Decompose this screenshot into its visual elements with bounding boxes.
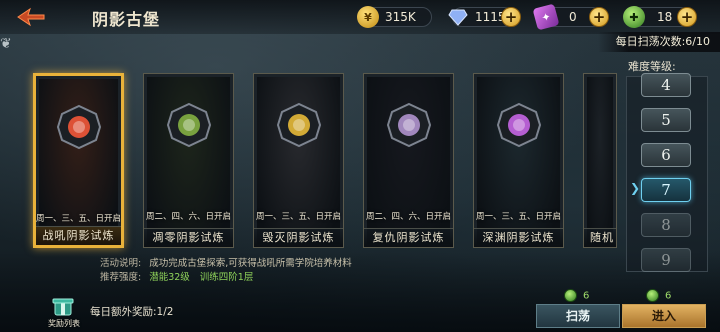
card-schedule: 周一、三、五、日开启 bbox=[255, 212, 341, 222]
card-schedule: 周一、三、五、日开启 bbox=[36, 214, 122, 224]
description-text: 成功完成古堡探索,可获得战吼所需学院培养材料 bbox=[149, 258, 352, 269]
stamina-value: 18 bbox=[657, 10, 673, 24]
card-name: 复仇阴影试炼 bbox=[364, 228, 453, 247]
sweep-button[interactable]: 扫荡 bbox=[536, 304, 620, 328]
trial-emblem-icon bbox=[56, 104, 102, 150]
top-bar: 阴影古堡 ¥ 315K 1115 + ✦ 0 + ✚ 18 + bbox=[0, 0, 720, 34]
stamina-icon bbox=[646, 289, 659, 302]
coin-icon: ¥ bbox=[357, 6, 379, 28]
stamina-icon bbox=[564, 289, 577, 302]
card-schedule: 周二、四、六、日开启 bbox=[365, 212, 451, 222]
difficulty-level-9[interactable]: 9 bbox=[641, 248, 691, 272]
add-diamond-button[interactable]: + bbox=[501, 7, 521, 27]
stamina-icon: ✚ bbox=[623, 6, 645, 28]
card-name: 凋零阴影试炼 bbox=[144, 228, 233, 247]
difficulty-level-8[interactable]: 8 bbox=[641, 213, 691, 237]
recommended-strength: 推荐强度: 潜能32级 训练四阶1层 bbox=[100, 269, 253, 283]
trial-card[interactable]: 随机 bbox=[583, 73, 617, 248]
trial-card[interactable]: 周一、三、五、日开启毁灭阴影试炼 bbox=[253, 73, 344, 248]
daily-extra-reward: 每日额外奖励:1/2 bbox=[90, 306, 174, 318]
trial-emblem-icon bbox=[386, 102, 432, 148]
recommended-training: 训练四阶1层 bbox=[199, 272, 254, 283]
card-name: 毁灭阴影试炼 bbox=[254, 228, 343, 247]
enter-cost: 6 bbox=[646, 289, 671, 303]
description-label: 活动说明: bbox=[100, 258, 142, 269]
trial-card[interactable]: 周二、四、六、日开启复仇阴影试炼 bbox=[363, 73, 454, 248]
difficulty-level-6[interactable]: 6 bbox=[641, 143, 691, 167]
ticket-icon: ✦ bbox=[532, 3, 560, 31]
ticket-value: 0 bbox=[569, 10, 577, 24]
trial-emblem-icon bbox=[166, 102, 212, 148]
daily-sweep-count: 每日扫荡次数:6/10 bbox=[597, 32, 720, 52]
selected-arrow-icon: ❯ bbox=[630, 181, 641, 195]
difficulty-label: 难度等级: bbox=[628, 60, 676, 73]
trial-emblem-icon bbox=[276, 102, 322, 148]
add-stamina-button[interactable]: + bbox=[677, 7, 697, 27]
recommended-potential: 潜能32级 bbox=[149, 272, 190, 283]
enter-button[interactable]: 进入 bbox=[622, 304, 706, 328]
sweep-cost-value: 6 bbox=[583, 290, 590, 302]
difficulty-level-7[interactable]: 7 bbox=[641, 178, 691, 202]
diamond-icon bbox=[447, 6, 469, 28]
card-artwork bbox=[587, 77, 613, 244]
add-ticket-button[interactable]: + bbox=[589, 7, 609, 27]
enter-cost-value: 6 bbox=[665, 290, 672, 302]
card-name: 战吼阴影试炼 bbox=[36, 226, 121, 245]
difficulty-panel bbox=[626, 76, 708, 272]
trial-emblem-icon bbox=[496, 102, 542, 148]
crest-ornament-icon: ❦ bbox=[0, 36, 12, 52]
card-name: 随机 bbox=[584, 228, 616, 247]
trial-card[interactable]: 周一、三、五、日开启战吼阴影试炼 bbox=[33, 73, 124, 248]
sweep-cost: 6 bbox=[564, 289, 589, 303]
diamond-counter: 1115 + bbox=[448, 7, 521, 27]
reward-list-label: 奖励列表 bbox=[48, 319, 80, 328]
difficulty-level-5[interactable]: 5 bbox=[641, 108, 691, 132]
page-title: 阴影古堡 bbox=[92, 10, 161, 29]
difficulty-level-4[interactable]: 4 bbox=[641, 73, 691, 97]
recommended-label: 推荐强度: bbox=[100, 272, 142, 283]
ticket-counter: ✦ 0 + bbox=[532, 3, 609, 31]
card-name: 深渊阴影试炼 bbox=[474, 228, 563, 247]
gold-counter: ¥ 315K bbox=[357, 6, 432, 28]
gold-value: 315K bbox=[385, 10, 416, 24]
trial-card[interactable]: 周一、三、五、日开启深渊阴影试炼 bbox=[473, 73, 564, 248]
card-schedule: 周一、三、五、日开启 bbox=[475, 212, 561, 222]
trial-card[interactable]: 周二、四、六、日开启凋零阴影试炼 bbox=[143, 73, 234, 248]
activity-description: 活动说明: 成功完成古堡探索,可获得战吼所需学院培养材料 bbox=[100, 255, 352, 269]
back-icon[interactable] bbox=[16, 7, 46, 27]
stamina-counter: ✚ 18 + bbox=[623, 6, 697, 28]
card-schedule: 周二、四、六、日开启 bbox=[145, 212, 231, 222]
